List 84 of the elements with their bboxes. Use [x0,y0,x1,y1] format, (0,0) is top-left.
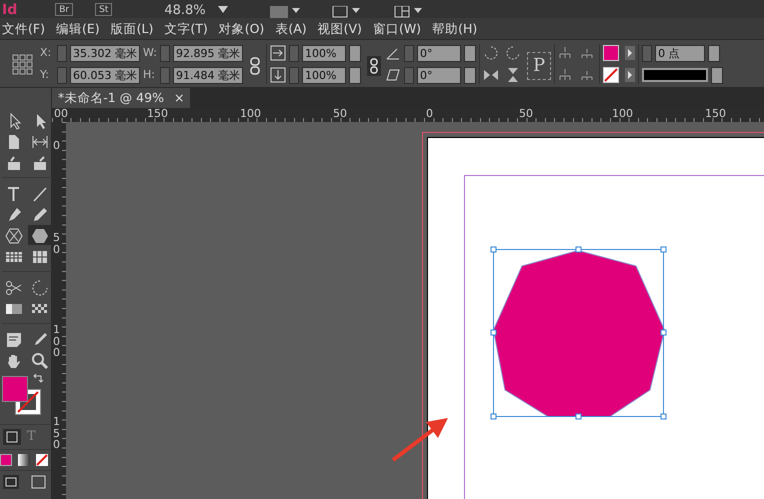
field-label: Y: [40,66,50,83]
note-icon [5,330,23,349]
stroke-type-field[interactable] [642,68,708,82]
field-label: X: [40,44,52,61]
document-tab[interactable]: *未命名-1 @ 49% × [52,88,190,108]
dashed-rotate-icon [31,278,49,297]
parallelogram-icon [385,67,401,83]
menu-arrow-icon[interactable] [625,68,636,82]
gradient-swatch-icon[interactable] [18,454,30,466]
menu-item[interactable]: 帮助(H) [430,18,486,39]
ruler-label: 150 [147,108,168,119]
menu-arrow-icon[interactable] [625,46,636,60]
field-label: H: [143,66,156,83]
rotate-counterclockwise-icon[interactable] [505,45,521,61]
hierarchy-icon[interactable] [558,67,572,83]
dropdown-button[interactable] [711,66,724,84]
flip-horizontal-icon[interactable] [483,67,499,83]
reference-point-icon[interactable] [12,54,34,76]
arrange-documents-icon[interactable] [394,6,424,18]
tray-icon [5,154,23,172]
dropdown-button[interactable] [349,44,361,62]
height-field[interactable]: 91.484 毫米 [173,66,243,84]
y-position-field[interactable]: 60.053 毫米 [70,66,140,84]
ruler-label: 100 [612,108,633,119]
fill-color-swatch[interactable] [2,376,28,402]
screen-mode-icon[interactable] [3,475,19,489]
flip-vertical-icon[interactable] [505,67,521,83]
stock-button[interactable]: St [95,3,112,16]
dropdown-button[interactable] [349,66,361,84]
hexagon-icon [31,226,49,245]
ruler-label: 150 [53,416,61,451]
x-position-field[interactable]: 35.302 毫米 [70,44,140,62]
width-field[interactable]: 92.895 毫米 [173,44,243,62]
rotation-angle-field[interactable]: 0° [417,44,461,62]
swap-arrows-icon[interactable] [32,372,44,384]
screen-mode-icon[interactable] [332,6,362,18]
ruler-label: 150 [705,108,726,119]
field-label: W: [143,44,157,61]
menu-item[interactable]: 文字(T) [162,18,217,39]
screen-mode-icon[interactable] [31,475,47,489]
rotate-clockwise-icon[interactable] [483,45,499,61]
scissors-icon [5,278,23,297]
magnifier-icon [31,352,49,370]
menu-item[interactable]: 视图(V) [316,18,371,39]
ruler-label: 0 [426,108,433,119]
frame-type-indicator: P [527,52,552,80]
ruler-label: 50 [333,108,347,119]
fill-swatch[interactable] [603,45,620,61]
format-container-icon[interactable] [3,429,21,445]
crossed-frame-icon [5,226,23,245]
app-logo: Id [2,2,18,18]
ruler-label: 50 [53,232,61,256]
stroke-weight-field[interactable]: 0 点 [655,44,706,62]
dropdown-arrow-icon[interactable] [218,6,228,14]
bridge-button[interactable]: Br [55,3,74,16]
dropdown-button[interactable] [464,66,476,84]
menu-item[interactable]: 编辑(E) [54,18,109,39]
ruler-label: 100 [53,324,61,359]
ruler-label: 00 [54,108,68,119]
ruler-label: 100 [240,108,261,119]
scale-y-field[interactable]: 100% [302,66,346,84]
menu-item[interactable]: 窗口(W) [370,18,430,39]
menu-item[interactable]: 版面(L) [108,18,162,39]
zoom-level[interactable]: 48.8% [164,4,206,18]
dropdown-button[interactable] [464,44,476,62]
pencil-icon [31,206,49,224]
apply-color-button[interactable] [0,454,12,466]
line-icon [31,184,49,203]
menu-item[interactable]: 对象(O) [216,18,274,39]
tool-button[interactable] [28,225,52,245]
view-options-icon[interactable] [270,6,300,18]
no-stroke-swatch[interactable] [603,67,620,83]
hierarchy-icon[interactable] [558,45,572,61]
tray-icon [31,154,49,172]
chain-link-icon[interactable] [367,56,381,76]
apply-none-icon[interactable] [36,454,48,466]
menu-item[interactable]: 表(A) [273,18,316,39]
scale-x-field[interactable]: 100% [302,44,346,62]
ruler-label: 0 [53,140,61,152]
ruler-label: 50 [519,108,533,119]
menu-item[interactable]: 文件(F) [0,18,54,39]
shear-angle-field[interactable]: 0° [417,66,461,84]
dropdown-button[interactable] [708,44,720,62]
close-button[interactable]: × [174,90,184,105]
